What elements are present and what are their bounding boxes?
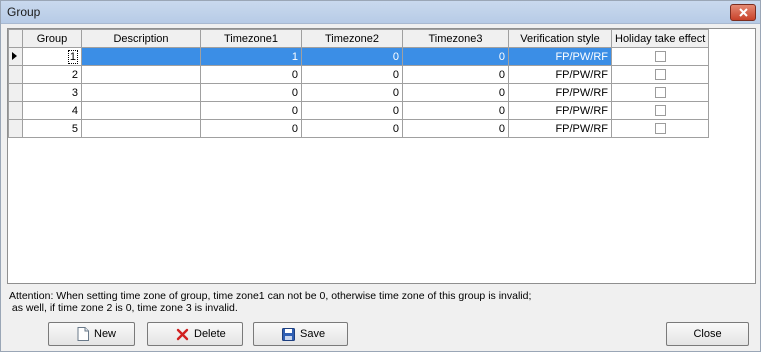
cell-holiday-take-effect — [610, 83, 710, 102]
group-grid[interactable]: Group Description Timezone1 Timezone2 Ti… — [7, 28, 756, 284]
cell-holiday-take-effect — [610, 47, 710, 66]
attention-line-1: Attention: When setting time zone of gro… — [9, 290, 532, 302]
new-button[interactable]: New — [48, 322, 135, 346]
cell-verification-style[interactable]: FP/PW/RF — [508, 47, 612, 66]
column-header-verification-style[interactable]: Verification style — [508, 29, 612, 48]
cell-timezone3[interactable]: 0 — [402, 47, 509, 66]
red-x-icon — [176, 328, 189, 341]
close-x-icon — [738, 8, 748, 17]
cell-timezone3[interactable]: 0 — [402, 65, 509, 84]
cell-holiday-take-effect — [610, 65, 710, 84]
cell-timezone1[interactable]: 1 — [200, 47, 302, 66]
cell-group-editor[interactable]: 1 — [67, 49, 78, 64]
cell-timezone2[interactable]: 0 — [301, 119, 403, 138]
close-button-label: Close — [693, 328, 722, 340]
cell-description[interactable] — [81, 83, 201, 102]
table-row[interactable]: 3 0 0 0 FP/PW/RF — [8, 83, 710, 102]
holiday-checkbox[interactable] — [654, 123, 666, 135]
current-row-arrow-icon — [12, 51, 17, 60]
column-header-holiday-take-effect[interactable]: Holiday take effect — [610, 29, 710, 48]
save-button-label: Save — [300, 328, 326, 340]
floppy-disk-icon — [282, 327, 295, 341]
row-indicator[interactable] — [8, 65, 23, 84]
cell-group[interactable]: 3 — [22, 83, 82, 102]
cell-verification-style[interactable]: FP/PW/RF — [508, 119, 612, 138]
cell-timezone1[interactable]: 0 — [200, 101, 302, 120]
table-row[interactable]: 1 1 0 0 FP/PW/RF — [8, 47, 710, 66]
group-window: Group Group Description Timezone1 Timezo… — [0, 0, 761, 352]
cell-group[interactable]: 4 — [22, 101, 82, 120]
cell-group[interactable]: 1 — [22, 47, 82, 66]
cell-timezone2[interactable]: 0 — [301, 83, 403, 102]
cell-description[interactable] — [81, 119, 201, 138]
table-row[interactable]: 5 0 0 0 FP/PW/RF — [8, 119, 710, 138]
cell-description[interactable] — [81, 101, 201, 120]
row-indicator[interactable] — [8, 47, 23, 66]
delete-button-label: Delete — [194, 328, 226, 340]
table-row[interactable]: 4 0 0 0 FP/PW/RF — [8, 101, 710, 120]
holiday-checkbox[interactable] — [654, 69, 666, 81]
cell-description[interactable] — [81, 65, 201, 84]
cell-timezone2[interactable]: 0 — [301, 65, 403, 84]
column-header-timezone3[interactable]: Timezone3 — [402, 29, 509, 48]
close-button[interactable]: Close — [666, 322, 749, 346]
row-indicator-header — [8, 29, 23, 48]
attention-note: Attention: When setting time zone of gro… — [9, 290, 749, 314]
table-row[interactable]: 2 0 0 0 FP/PW/RF — [8, 65, 710, 84]
title-bar: Group — [1, 1, 760, 24]
cell-timezone3[interactable]: 0 — [402, 119, 509, 138]
cell-timezone2[interactable]: 0 — [301, 47, 403, 66]
cell-group[interactable]: 5 — [22, 119, 82, 138]
cell-description[interactable] — [81, 47, 201, 66]
cell-holiday-take-effect — [610, 101, 710, 120]
window-title: Group — [7, 5, 41, 19]
grid-header-row: Group Description Timezone1 Timezone2 Ti… — [8, 29, 710, 48]
cell-timezone1[interactable]: 0 — [200, 83, 302, 102]
new-document-icon — [77, 327, 89, 341]
cell-holiday-take-effect — [610, 119, 710, 138]
cell-verification-style[interactable]: FP/PW/RF — [508, 65, 612, 84]
column-header-timezone1[interactable]: Timezone1 — [200, 29, 302, 48]
cell-group[interactable]: 2 — [22, 65, 82, 84]
cell-timezone2[interactable]: 0 — [301, 101, 403, 120]
row-indicator[interactable] — [8, 119, 23, 138]
column-header-timezone2[interactable]: Timezone2 — [301, 29, 403, 48]
attention-line-2: as well, if time zone 2 is 0, time zone … — [9, 302, 238, 314]
holiday-checkbox[interactable] — [654, 105, 666, 117]
holiday-checkbox[interactable] — [654, 87, 666, 99]
cell-timezone3[interactable]: 0 — [402, 83, 509, 102]
holiday-checkbox[interactable] — [654, 51, 666, 63]
row-indicator[interactable] — [8, 83, 23, 102]
cell-timezone1[interactable]: 0 — [200, 119, 302, 138]
cell-verification-style[interactable]: FP/PW/RF — [508, 83, 612, 102]
column-header-description[interactable]: Description — [81, 29, 201, 48]
cell-verification-style[interactable]: FP/PW/RF — [508, 101, 612, 120]
window-close-button[interactable] — [730, 4, 756, 21]
column-header-group[interactable]: Group — [22, 29, 82, 48]
delete-button[interactable]: Delete — [147, 322, 243, 346]
cell-timezone1[interactable]: 0 — [200, 65, 302, 84]
row-indicator[interactable] — [8, 101, 23, 120]
save-button[interactable]: Save — [253, 322, 348, 346]
new-button-label: New — [94, 328, 117, 340]
cell-timezone3[interactable]: 0 — [402, 101, 509, 120]
group-table: Group Description Timezone1 Timezone2 Ti… — [8, 29, 710, 138]
